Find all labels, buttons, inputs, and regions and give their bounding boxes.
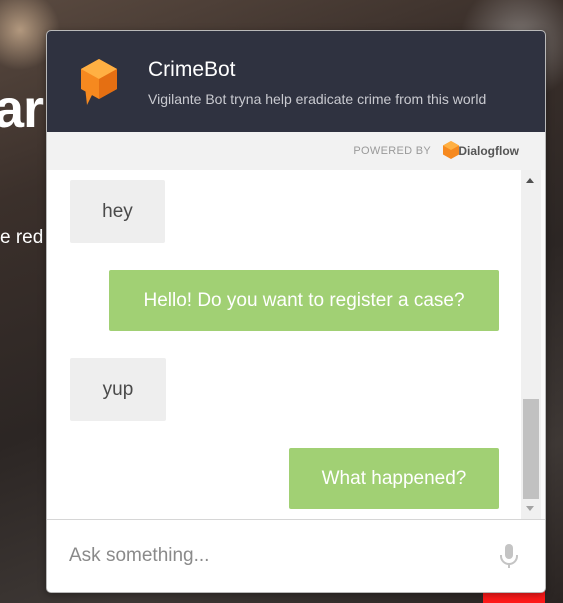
powered-by-label: POWERED BY: [353, 145, 431, 157]
message-scrollbar[interactable]: [521, 170, 541, 519]
dialogflow-logo-icon: [443, 141, 459, 159]
powered-by-bar: POWERED BY Dialogflow: [47, 132, 545, 170]
scroll-thumb[interactable]: [523, 399, 539, 499]
chat-window: CrimeBot Vigilante Bot tryna help eradic…: [46, 30, 546, 593]
scroll-down-arrow-icon[interactable]: [526, 506, 534, 511]
background-heading: ar: [0, 79, 44, 139]
chat-header: CrimeBot Vigilante Bot tryna help eradic…: [47, 31, 545, 132]
message-list[interactable]: hey Hello! Do you want to register a cas…: [47, 170, 521, 519]
dialogflow-link[interactable]: Dialogflow: [458, 144, 519, 158]
microphone-icon[interactable]: [499, 543, 519, 569]
bot-message: Hello! Do you want to register a case?: [109, 270, 499, 331]
scroll-up-arrow-icon[interactable]: [526, 178, 534, 183]
bot-message: What happened?: [289, 448, 499, 509]
user-message: hey: [70, 180, 165, 243]
chat-subtitle: Vigilante Bot tryna help eradicate crime…: [148, 91, 487, 107]
chat-bubble-cube-icon: [81, 59, 117, 105]
message-input[interactable]: [67, 538, 481, 574]
chat-title: CrimeBot: [148, 58, 236, 81]
chat-input-area: [47, 519, 545, 592]
background-text: e red: [0, 227, 44, 248]
user-message: yup: [70, 358, 166, 421]
